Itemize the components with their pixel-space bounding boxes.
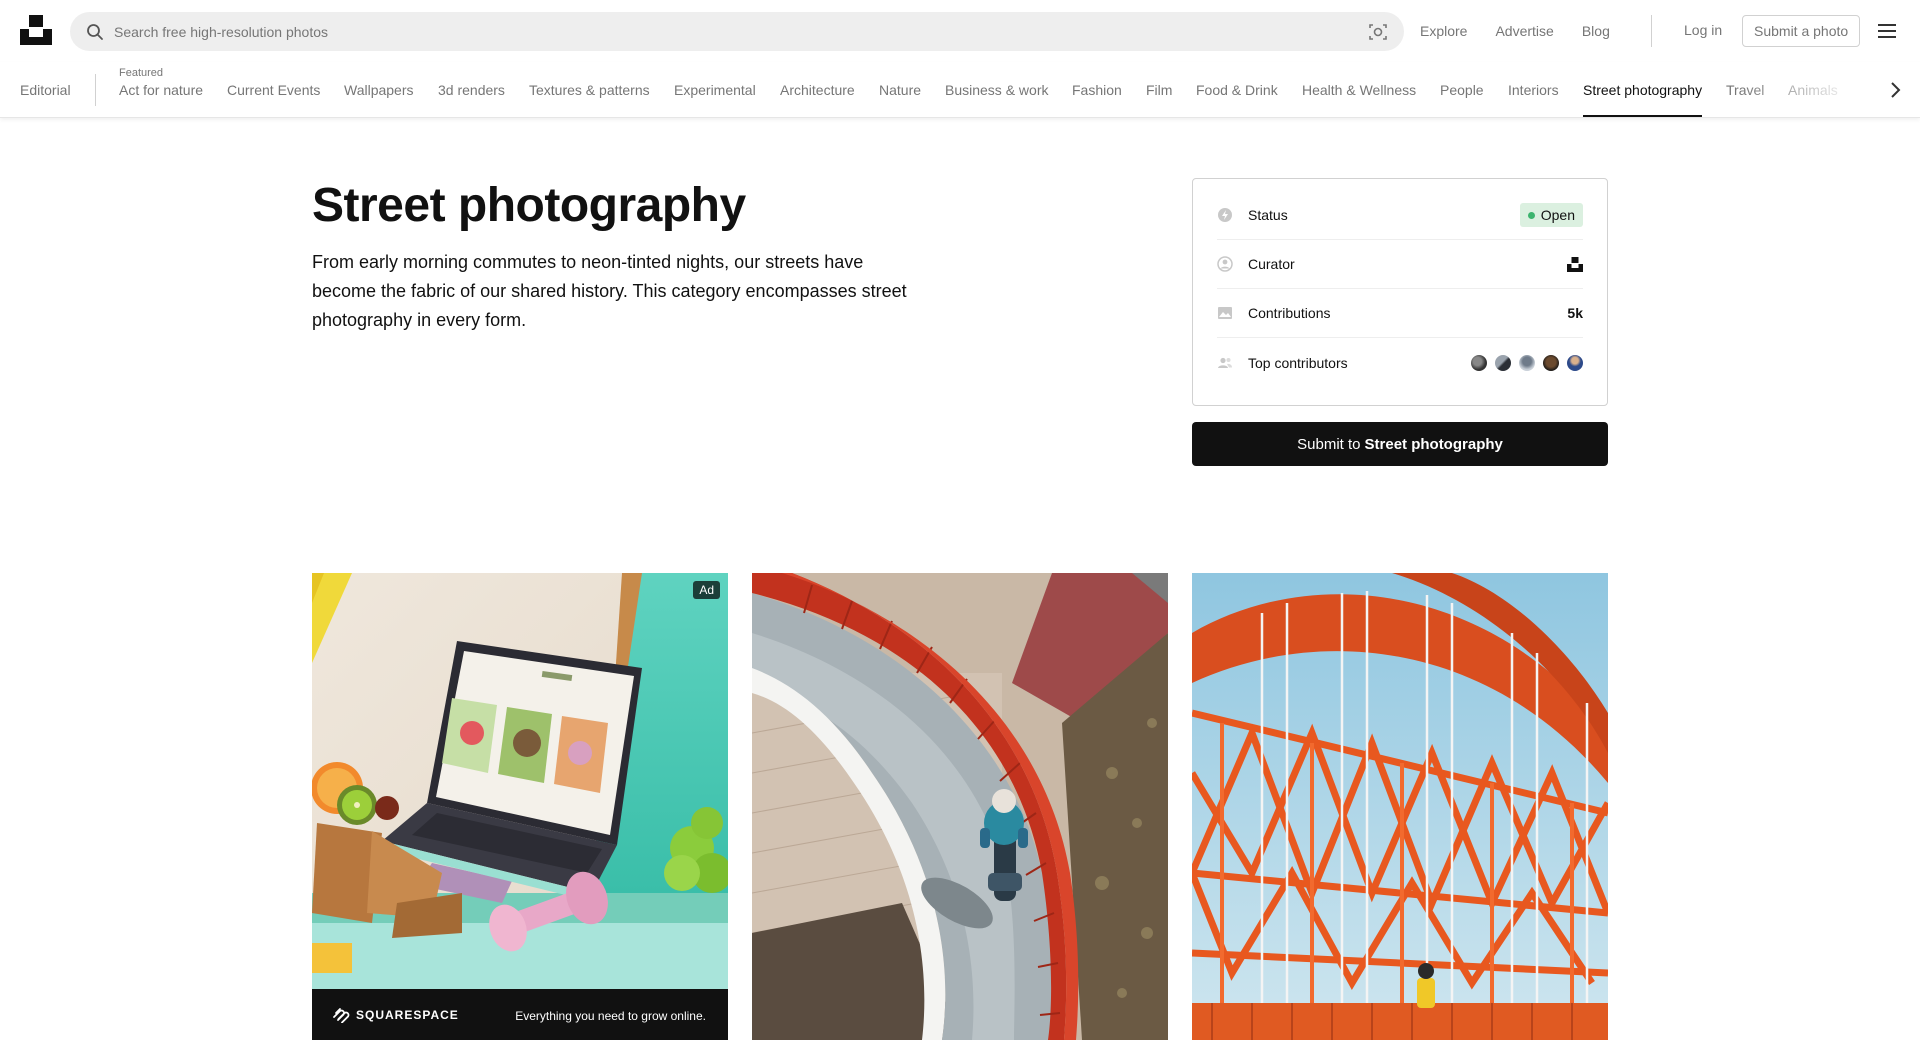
tab-people[interactable]: People (1440, 82, 1484, 98)
visual-search-icon[interactable] (1368, 22, 1388, 42)
top-contributors-row: Top contributors (1217, 338, 1583, 387)
header-nav: Explore Advertise Blog (1420, 0, 1638, 62)
curator-label: Curator (1248, 256, 1295, 272)
photo-card-motorcycle[interactable] (752, 573, 1168, 1040)
tab-textures-patterns[interactable]: Textures & patterns (529, 82, 650, 98)
unsplash-logo-icon[interactable] (20, 15, 52, 45)
header-divider (1651, 15, 1652, 47)
topic-description: From early morning commutes to neon-tint… (312, 252, 907, 330)
photo-card-bridge[interactable] (1192, 573, 1608, 1040)
status-label: Status (1248, 207, 1288, 223)
topics-fade (1740, 62, 1900, 117)
tab-food-drink[interactable]: Food & Drink (1196, 82, 1278, 98)
contributions-value: 5k (1567, 305, 1583, 321)
avatar[interactable] (1543, 354, 1559, 371)
login-link[interactable]: Log in (1684, 22, 1722, 38)
search-bar (70, 12, 1404, 51)
tab-current-events[interactable]: Current Events (227, 82, 320, 98)
avatar[interactable] (1471, 354, 1487, 371)
tab-street-photography[interactable]: Street photography (1583, 82, 1702, 98)
ad-badge: Ad (693, 581, 720, 599)
ad-footer[interactable]: SQUARESPACE Everything you need to grow … (312, 989, 728, 1040)
users-icon (1218, 357, 1232, 368)
street-photo-bridge-image (1192, 573, 1608, 1040)
topic-divider (95, 74, 96, 106)
search-input[interactable] (114, 12, 1334, 51)
avatar[interactable] (1567, 354, 1583, 371)
curator-logo-icon[interactable] (1567, 256, 1583, 272)
hamburger-menu-icon[interactable] (1877, 22, 1897, 40)
tab-fashion[interactable]: Fashion (1072, 82, 1122, 98)
tab-nature[interactable]: Nature (879, 82, 921, 98)
tab-editorial[interactable]: Editorial (20, 82, 71, 98)
ad-photo-card[interactable]: Ad SQUARESPACE Everything you need to gr… (312, 573, 728, 1040)
squarespace-logo-icon (333, 1008, 350, 1023)
ad-brand: SQUARESPACE (332, 1007, 459, 1023)
tab-act-for-nature[interactable]: Act for nature (119, 82, 203, 98)
contributions-label: Contributions (1248, 305, 1331, 321)
tab-architecture[interactable]: Architecture (780, 82, 855, 98)
tab-interiors[interactable]: Interiors (1508, 82, 1559, 98)
submit-photo-button[interactable]: Submit a photo (1742, 15, 1861, 47)
nav-blog[interactable]: Blog (1582, 23, 1610, 39)
top-header: Explore Advertise Blog Log in Submit a p… (0, 0, 1920, 62)
ad-laptop-image (312, 573, 728, 989)
top-contributors-label: Top contributors (1248, 354, 1348, 371)
tab-experimental[interactable]: Experimental (674, 82, 756, 98)
image-icon (1218, 307, 1232, 319)
curator-row: Curator (1217, 240, 1583, 289)
ad-brand-name: SQUARESPACE (356, 1008, 459, 1022)
submit-prefix: Submit to (1297, 435, 1361, 453)
search-icon[interactable] (86, 23, 104, 41)
topic-nav: Editorial Featured Act for nature Current… (0, 62, 1920, 118)
contributor-avatars (1463, 354, 1583, 371)
status-row: Status Open (1217, 191, 1583, 240)
page-title: Street photography (312, 179, 746, 232)
street-photo-motorcycle-image (752, 573, 1168, 1040)
tab-health-wellness[interactable]: Health & Wellness (1302, 82, 1416, 98)
topics-track: Act for nature Current Events Wallpapers 3d… (119, 62, 1859, 118)
avatar[interactable] (1519, 354, 1535, 371)
nav-advertise[interactable]: Advertise (1495, 23, 1553, 39)
topic-info-card: Status Open Curator Contributions 5k Top… (1192, 178, 1608, 406)
avatar[interactable] (1495, 354, 1511, 371)
submit-topic-name: Street photography (1364, 435, 1503, 453)
status-dot (1527, 211, 1535, 219)
tab-business-work[interactable]: Business & work (945, 82, 1048, 98)
chevron-right-icon[interactable] (1886, 81, 1904, 99)
contributions-row: Contributions 5k (1217, 289, 1583, 338)
status-icon (1218, 208, 1232, 222)
tab-film[interactable]: Film (1146, 82, 1172, 98)
submit-to-topic-button[interactable]: Submit to Street photography (1192, 422, 1608, 466)
nav-explore[interactable]: Explore (1420, 23, 1467, 39)
status-badge: Open (1519, 203, 1583, 227)
tab-wallpapers[interactable]: Wallpapers (344, 82, 414, 98)
active-tab-indicator (1583, 115, 1702, 117)
ad-tagline: Everything you need to grow online. (515, 1009, 706, 1023)
status-value: Open (1540, 207, 1575, 223)
user-circle-icon (1217, 256, 1233, 272)
tab-3d-renders[interactable]: 3d renders (438, 82, 505, 98)
